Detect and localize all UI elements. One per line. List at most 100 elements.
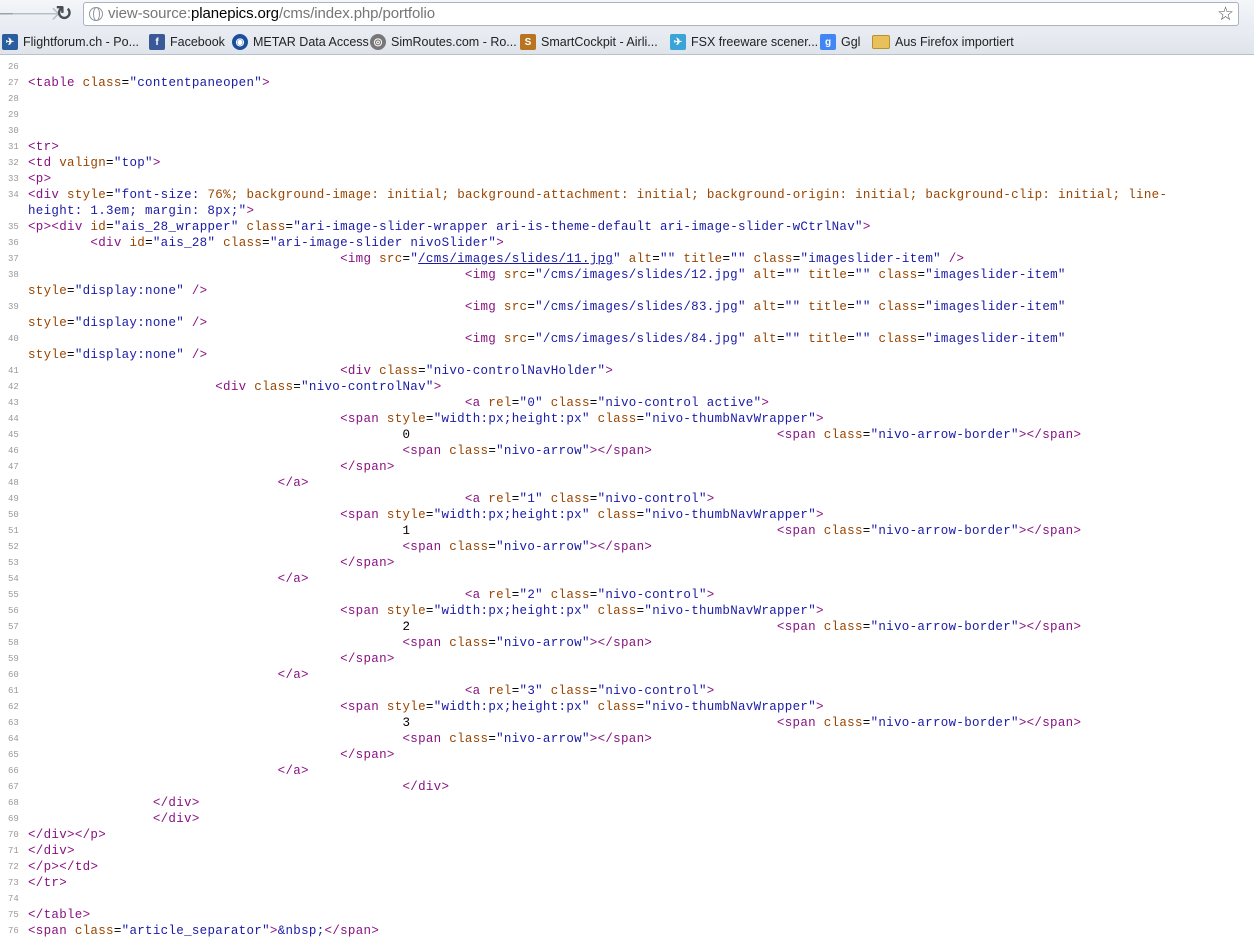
source-line: <span style="width:px;height:px" class="… <box>340 508 824 522</box>
globe-icon <box>89 7 103 21</box>
source-line: <td valign="top"> <box>28 156 161 170</box>
bookmark-item[interactable]: S SmartCockpit - Airli... <box>520 33 658 51</box>
source-line: <tr> <box>28 140 60 154</box>
bookmark-item[interactable]: ◉ METAR Data Access <box>232 33 369 51</box>
bookmark-item[interactable]: f Facebook <box>149 33 225 51</box>
line-number: 48 <box>8 478 19 488</box>
source-line: <span style="width:px;height:px" class="… <box>340 412 824 426</box>
line-number: 47 <box>8 462 19 472</box>
line-number: 45 <box>8 430 19 440</box>
line-number: 59 <box>8 654 19 664</box>
line-number: 39 <box>8 302 19 312</box>
source-line: <div class="nivo-controlNavHolder"> <box>340 364 614 378</box>
line-number: 76 <box>8 926 19 936</box>
line-number: 30 <box>8 126 19 136</box>
source-line: <span style="width:px;height:px" class="… <box>340 604 824 618</box>
source-line: </div> <box>28 844 75 858</box>
line-number: 42 <box>8 382 19 392</box>
noaa-icon: ◉ <box>232 34 248 50</box>
forward-button[interactable]: 🡒 <box>11 3 62 25</box>
bookmark-label: SmartCockpit - Airli... <box>541 35 658 49</box>
source-line: <a rel="1" class="nivo-control"> <box>464 492 715 506</box>
source-line: height: 1.3em; margin: 8px;"> <box>28 204 255 218</box>
line-number: 73 <box>8 878 19 888</box>
line-number: 64 <box>8 734 19 744</box>
source-line: <span class="nivo-arrow"></span> <box>402 540 653 554</box>
source-line: </span> <box>340 748 395 762</box>
line-number: 75 <box>8 910 19 920</box>
source-line: </a> <box>277 668 309 682</box>
source-line: <div class="nivo-controlNav"> <box>215 380 442 394</box>
source-line: </table> <box>28 908 91 922</box>
source-line: </a> <box>277 764 309 778</box>
line-number: 43 <box>8 398 19 408</box>
line-number: 29 <box>8 110 19 120</box>
source-view: 26 27 <table class="contentpaneopen"> 28 29 3… <box>0 56 1254 938</box>
line-number: 46 <box>8 446 19 456</box>
line-number: 70 <box>8 830 19 840</box>
line-number: 32 <box>8 158 19 168</box>
line-number: 60 <box>8 670 19 680</box>
source-line: 3 <span class="nivo-arrow-border"></span… <box>28 716 1082 730</box>
line-number: 27 <box>8 78 19 88</box>
bookmark-item[interactable]: ✈ Flightforum.ch - Po... <box>2 33 139 51</box>
line-number: 54 <box>8 574 19 584</box>
bookmark-label: Ggl <box>841 35 861 49</box>
line-number: 34 <box>8 190 19 200</box>
source-line: <img src="/cms/images/slides/11.jpg" alt… <box>340 252 965 266</box>
line-number: 50 <box>8 510 19 520</box>
source-line: <img src="/cms/images/slides/83.jpg" alt… <box>464 300 1066 314</box>
browser-toolbar: 🡐 🡒 ↻ view-source:planepics.org/cms/inde… <box>0 0 1254 30</box>
line-number: 40 <box>8 334 19 344</box>
bookmark-label: METAR Data Access <box>253 35 369 49</box>
source-line: <a rel="2" class="nivo-control"> <box>464 588 715 602</box>
bookmark-item[interactable]: g Ggl <box>820 33 860 51</box>
simroutes-icon: ◎ <box>370 34 386 50</box>
source-line: <span style="width:px;height:px" class="… <box>340 700 824 714</box>
source-line: </a> <box>277 572 309 586</box>
bookmark-label: FSX freeware scener... <box>691 35 819 49</box>
address-url[interactable]: view-source:planepics.org/cms/index.php/… <box>108 5 435 22</box>
line-number: 74 <box>8 894 19 904</box>
reload-icon: ↻ <box>55 3 73 25</box>
source-line: </div> <box>402 780 450 794</box>
facebook-icon: f <box>149 34 165 50</box>
line-number: 31 <box>8 142 19 152</box>
source-line: <span class="nivo-arrow"></span> <box>402 444 653 458</box>
line-number: 69 <box>8 814 19 824</box>
line-number: 49 <box>8 494 19 504</box>
source-line: <table class="contentpaneopen"> <box>28 76 270 90</box>
flightforum-icon: ✈ <box>2 34 18 50</box>
line-number: 66 <box>8 766 19 776</box>
line-number: 52 <box>8 542 19 552</box>
source-line: <p><div id="ais_28_wrapper" class="ari-i… <box>28 220 871 234</box>
source-line: style="display:none" /> <box>28 284 208 298</box>
line-number: 71 <box>8 846 19 856</box>
line-number: 37 <box>8 254 19 264</box>
bookmark-item[interactable]: ✈ FSX freeware scener... <box>670 33 818 51</box>
source-line: </p></td> <box>28 860 99 874</box>
smartcockpit-icon: S <box>520 34 536 50</box>
address-bar[interactable]: view-source:planepics.org/cms/index.php/… <box>83 2 1239 26</box>
bookmark-label: Flightforum.ch - Po... <box>23 35 140 49</box>
source-line: </span> <box>340 460 395 474</box>
source-line: style="display:none" /> <box>28 316 208 330</box>
source-line: style="display:none" /> <box>28 348 208 362</box>
source-line: <a rel="3" class="nivo-control"> <box>464 684 715 698</box>
bookmark-item[interactable]: Aus Firefox importiert <box>872 33 1014 51</box>
line-number: 35 <box>8 222 19 232</box>
source-line: <span class="nivo-arrow"></span> <box>402 636 653 650</box>
reload-button[interactable]: ↻ <box>53 3 75 25</box>
line-number: 57 <box>8 622 19 632</box>
line-number: 67 <box>8 782 19 792</box>
source-line: <div style="font-size: 76%; background-i… <box>28 188 1168 202</box>
line-number: 38 <box>8 270 19 280</box>
bookmark-item[interactable]: ◎ SimRoutes.com - Ro... <box>370 33 517 51</box>
bookmark-star-icon[interactable]: ☆ <box>1217 3 1234 26</box>
folder-icon <box>872 35 890 49</box>
source-line: 0 <span class="nivo-arrow-border"></span… <box>28 428 1082 442</box>
source-line: <span class="nivo-arrow"></span> <box>402 732 653 746</box>
line-number: 33 <box>8 174 19 184</box>
source-line: </tr> <box>28 876 68 890</box>
source-line: <span class="article_separator">&nbsp;</… <box>28 924 380 938</box>
